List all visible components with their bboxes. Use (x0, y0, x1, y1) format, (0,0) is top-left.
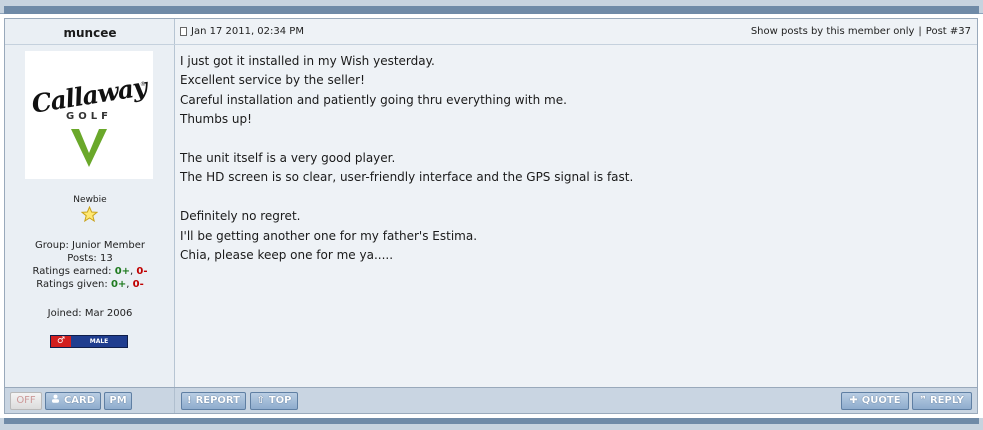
post-header-links: Show posts by this member only | Post #37 (751, 26, 971, 37)
forum-post: muncee Callaway ® GOLF Newbie Group: Jun… (4, 18, 978, 414)
report-label: REPORT (195, 395, 240, 406)
post-number-link[interactable]: Post #37 (926, 26, 971, 37)
footer-divider (174, 388, 175, 413)
top-button[interactable]: ⇧ TOP (250, 392, 298, 410)
top-bar-strip (4, 6, 979, 14)
post-body: I just got it installed in my Wish yeste… (180, 52, 960, 265)
private-message-button[interactable]: PM (104, 392, 132, 410)
ratings-given-negative[interactable]: 0- (133, 279, 144, 290)
gender-label: MALE (89, 338, 109, 345)
gender-badge: ♂ MALE (50, 335, 128, 348)
post-line: I'll be getting another one for my fathe… (180, 228, 478, 243)
top-label: TOP (268, 395, 292, 406)
ratings-earned: Ratings earned: 0+, 0- (5, 265, 175, 278)
post-line: Careful installation and patiently going… (180, 92, 567, 107)
link-separator: | (918, 26, 922, 37)
post-line-blank (180, 188, 960, 207)
quote-marks-icon: ❞ (920, 395, 926, 406)
quote-label: QUOTE (861, 395, 901, 406)
member-posts: Posts: 13 (67, 253, 113, 264)
member-joined: Joined: Mar 2006 (47, 308, 133, 319)
member-rank: Newbie (73, 195, 107, 205)
post-line: The HD screen is so clear, user-friendly… (180, 170, 634, 185)
avatar-logo-subtext: GOLF (66, 111, 112, 122)
bottom-border-bar (0, 418, 983, 430)
quote-button[interactable]: ✚ QUOTE (841, 392, 909, 410)
show-member-posts-link[interactable]: Show posts by this member only (751, 26, 915, 37)
bottom-bar-strip (4, 418, 979, 424)
post-line-blank (180, 130, 960, 149)
author-profile-panel: muncee Callaway ® GOLF Newbie Group: Jun… (5, 19, 175, 387)
post-header: Jan 17 2011, 02:34 PM Show posts by this… (175, 19, 977, 45)
plus-icon: ✚ (849, 395, 858, 406)
author-username[interactable]: muncee (5, 26, 175, 40)
post-date: Jan 17 2011, 02:34 PM (191, 26, 304, 37)
star-icon (81, 206, 98, 222)
report-button[interactable]: ! REPORT (181, 392, 246, 410)
online-status-button[interactable]: OFF (10, 392, 42, 410)
male-symbol-icon: ♂ (51, 336, 71, 347)
arrow-up-icon: ⇧ (256, 395, 265, 406)
post-footer-bar: OFF CARD PM ! REPORT ⇧ TOP ✚ QUOTE ❞ REPLY (5, 387, 977, 413)
reply-label: REPLY (929, 395, 964, 406)
profile-card-label: CARD (63, 395, 96, 406)
private-message-label: PM (109, 395, 127, 406)
top-border-bar (0, 0, 983, 14)
ratings-earned-label: Ratings earned: (32, 266, 115, 277)
ratings-given-label: Ratings given: (36, 279, 111, 290)
chevron-check-icon (71, 129, 107, 167)
post-line: Chia, please keep one for me ya..... (180, 247, 394, 262)
registered-mark: ® (140, 81, 146, 88)
user-icon (51, 393, 60, 409)
post-line: Excellent service by the seller! (180, 73, 365, 88)
forum-page: muncee Callaway ® GOLF Newbie Group: Jun… (0, 0, 983, 430)
ratings-earned-negative[interactable]: 0- (136, 266, 147, 277)
profile-card-button[interactable]: CARD (45, 392, 101, 410)
post-line: Thumbs up! (180, 112, 252, 127)
post-content-panel: Jan 17 2011, 02:34 PM Show posts by this… (175, 19, 977, 387)
post-line: The unit itself is a very good player. (180, 150, 396, 165)
ratings-earned-positive[interactable]: 0+ (115, 266, 130, 277)
reply-button[interactable]: ❞ REPLY (912, 392, 972, 410)
document-icon[interactable] (180, 27, 187, 36)
exclamation-icon: ! (187, 395, 192, 406)
post-line: I just got it installed in my Wish yeste… (180, 54, 435, 68)
profile-header-divider (5, 44, 175, 45)
ratings-given-positive[interactable]: 0+ (111, 279, 126, 290)
ratings-given: Ratings given: 0+, 0- (5, 278, 175, 291)
post-line: Definitely no regret. (180, 209, 301, 224)
member-group: Group: Junior Member (35, 240, 145, 251)
avatar[interactable]: Callaway ® GOLF (25, 51, 153, 179)
online-status-label: OFF (16, 395, 36, 406)
